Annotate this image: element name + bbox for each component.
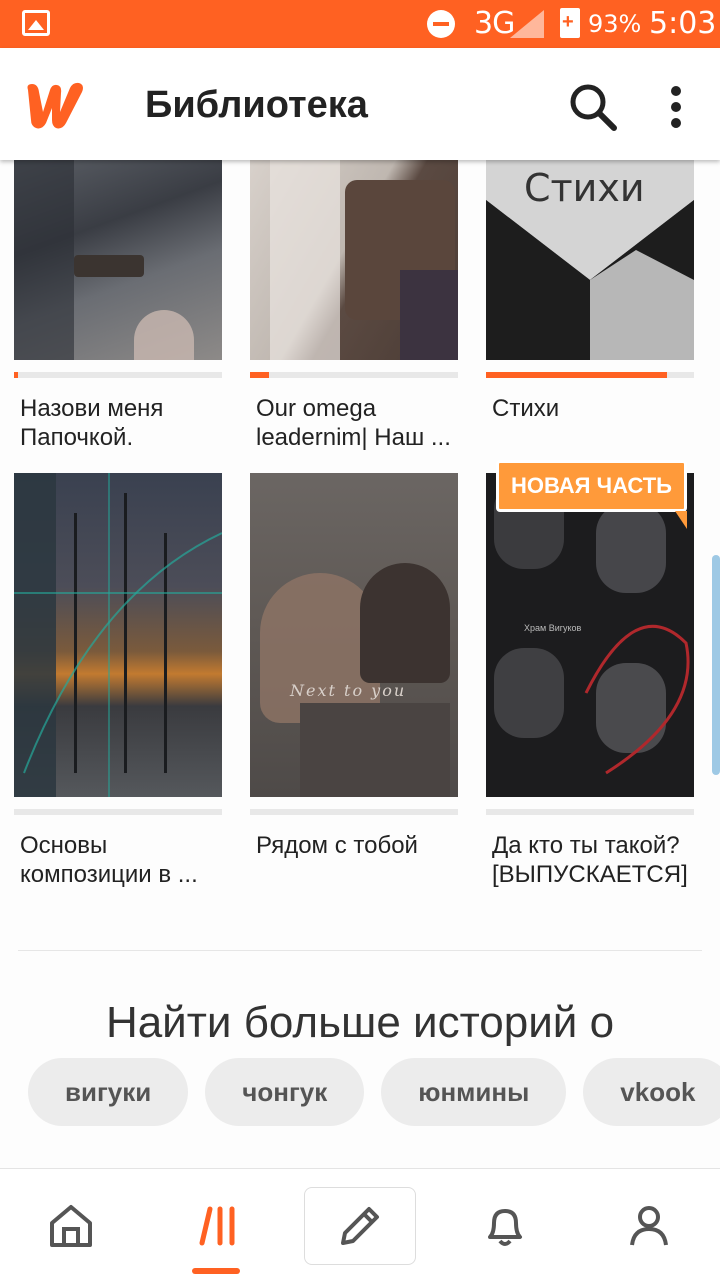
story-cover[interactable] [14,473,222,797]
story-cover[interactable] [14,160,222,360]
status-bar: 3G 93% 5:03 [0,0,720,48]
scroll-indicator[interactable] [712,555,720,775]
story-card[interactable]: Our omega leadernim| Наш ... [250,160,458,452]
story-cover[interactable]: Стихи [486,160,694,360]
write-icon [341,1207,379,1245]
page-title: Библиотека [145,84,368,126]
tag-chip[interactable]: юнмины [381,1058,567,1126]
story-title: Назови меня Папочкой. [20,395,164,451]
more-options-icon[interactable] [662,82,690,132]
nav-home[interactable] [16,1169,126,1280]
tag-chip[interactable]: vkook [583,1058,720,1126]
new-part-badge: НОВАЯ ЧАСТЬ [496,460,687,529]
story-card[interactable]: Храм Вигуков Да кто ты такой? [ВЫПУСКАЕТ… [486,473,694,889]
reading-progress [486,372,694,378]
story-card[interactable]: Основы композиции в ... [14,473,222,889]
search-icon[interactable] [566,80,618,132]
profile-icon [630,1206,668,1246]
discover-heading: Найти больше историй о [105,998,615,1047]
do-not-disturb-icon [427,10,455,38]
tag-chip[interactable]: вигуки [28,1058,189,1126]
reading-progress [486,809,694,815]
story-card[interactable]: Назови меня Папочкой. [14,160,222,452]
cover-text: Храм Вигуков [524,623,582,633]
story-title: Да кто ты такой? [ВЫПУСКАЕТСЯ] [492,832,688,888]
clock: 5:03 [649,6,717,41]
reading-progress [250,372,458,378]
library-grid: Назови меня Папочкой. Our omega leaderni… [0,160,720,1168]
nav-library[interactable] [166,1169,276,1280]
cover-text: Next to you [290,681,407,700]
nav-write[interactable] [304,1187,416,1265]
divider [18,950,702,951]
nav-profile[interactable] [594,1169,704,1280]
reading-progress [14,372,222,378]
story-cover[interactable]: Храм Вигуков [486,473,694,797]
tag-chip[interactable]: чонгук [205,1058,365,1126]
story-title: Основы композиции в ... [20,832,198,888]
bottom-nav [0,1168,720,1280]
story-cover[interactable] [250,160,458,360]
story-card[interactable]: Next to you Рядом с тобой [250,473,458,860]
nav-notifications[interactable] [450,1169,560,1280]
story-title: Рядом с тобой [256,832,418,859]
reading-progress [14,809,222,815]
battery-percent: 93% [588,10,642,38]
cover-text: Стихи [524,166,645,210]
story-cover[interactable]: Next to you [250,473,458,797]
reading-progress [250,809,458,815]
story-card[interactable]: Стихи Стихи [486,160,694,423]
network-type: 3G [474,6,515,41]
active-tab-indicator [192,1268,240,1274]
wattpad-logo-icon[interactable] [22,76,88,132]
notifications-icon [488,1209,522,1246]
tag-list: вигуки чонгук юнмины vkook [28,1058,720,1126]
library-icon [199,1206,235,1246]
story-title: Стихи [492,395,560,422]
home-icon [50,1205,92,1247]
app-bar: Библиотека [0,48,720,160]
battery-icon [560,8,580,38]
signal-icon [510,10,544,38]
story-title: Our omega leadernim| Наш ... [256,395,451,451]
image-notification-icon [22,10,50,36]
